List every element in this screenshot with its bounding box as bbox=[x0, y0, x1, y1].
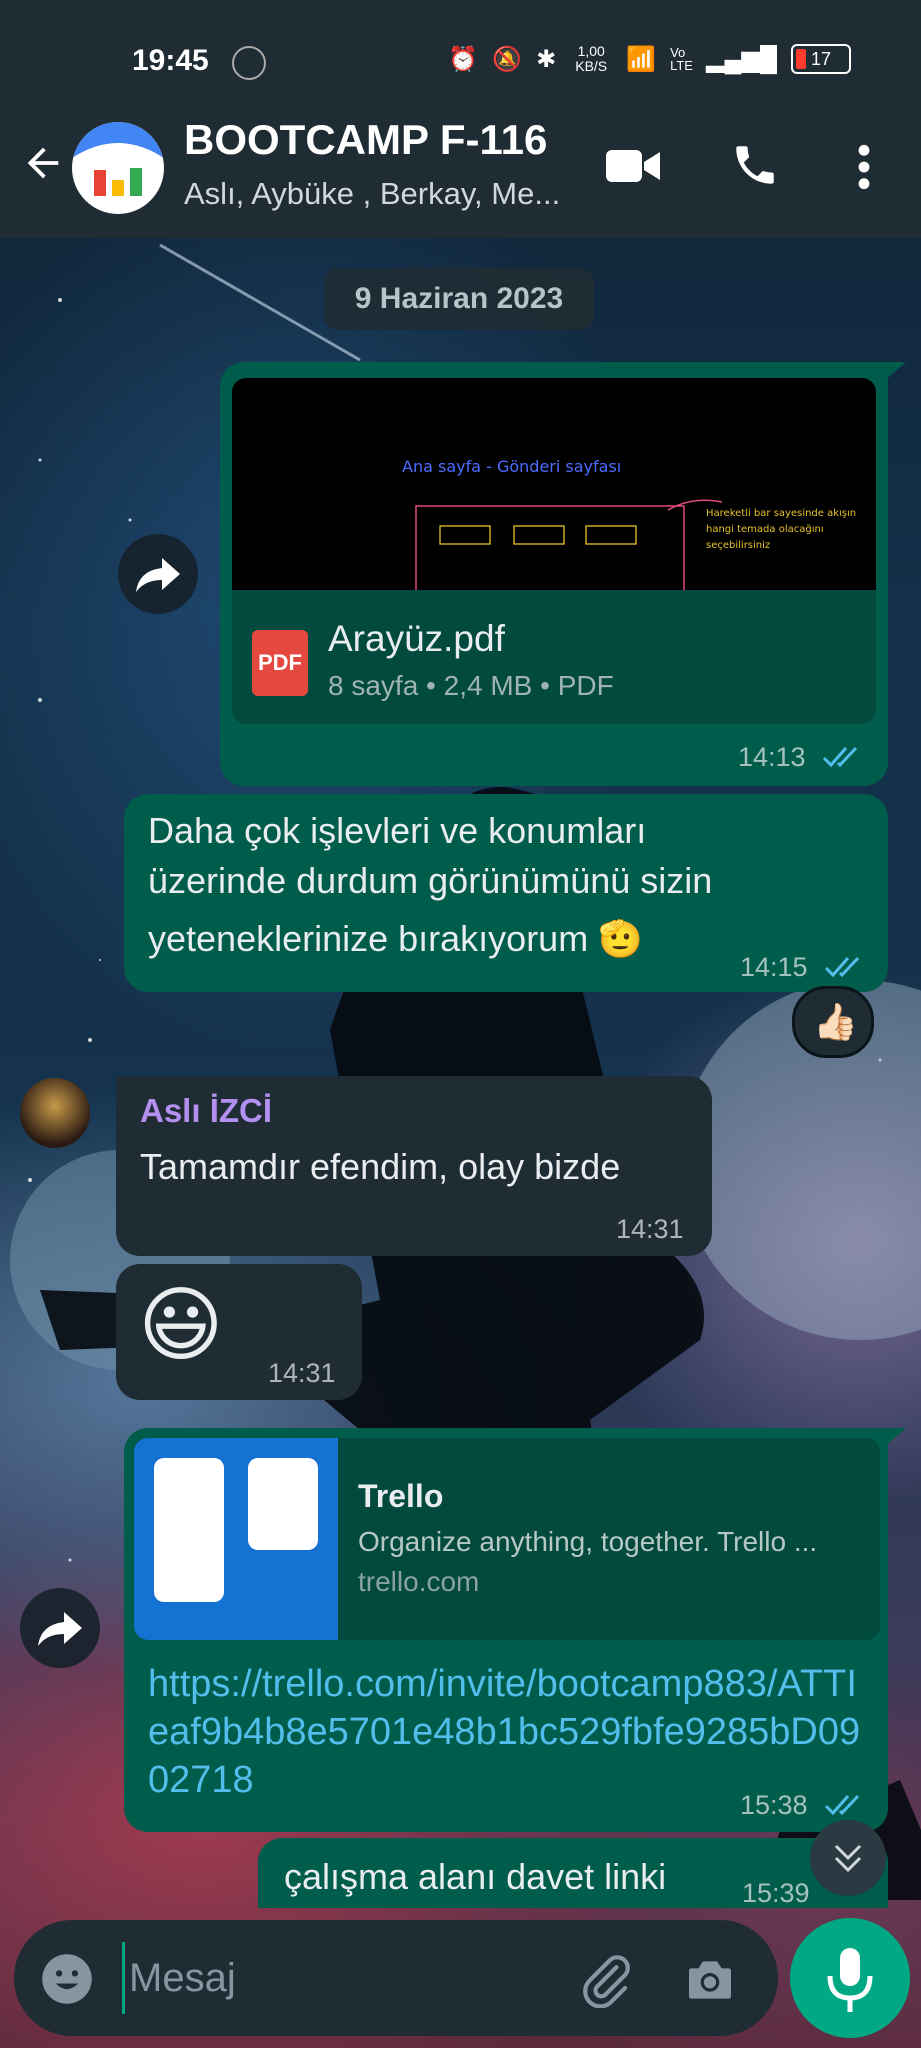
message-time: 14:15 bbox=[740, 952, 808, 982]
bubble-tail bbox=[876, 1428, 906, 1454]
message-body: çalışma alanı davet linki bbox=[284, 1856, 667, 1897]
date-divider: 9 Haziran 2023 bbox=[324, 268, 594, 330]
chat-title[interactable]: BOOTCAMP F-116 bbox=[184, 116, 547, 164]
trello-logo-icon bbox=[134, 1438, 338, 1640]
emoji-icon[interactable] bbox=[40, 1952, 94, 2006]
read-ticks-icon bbox=[822, 746, 858, 768]
message-time: 15:38 bbox=[740, 1790, 808, 1820]
link-title: Trello bbox=[358, 1478, 444, 1514]
weather-icon bbox=[232, 46, 266, 80]
group-members[interactable]: Aslı, Aybüke , Berkay, Me... bbox=[184, 176, 560, 212]
message-time: 14:13 bbox=[738, 742, 806, 772]
link-url[interactable]: https://trello.com/invite/bootcamp883/AT… bbox=[148, 1660, 878, 1804]
chat-header: BOOTCAMP F-116 Aslı, Aybüke , Berkay, Me… bbox=[0, 110, 921, 238]
voice-message-button[interactable] bbox=[790, 1918, 910, 2038]
back-arrow-icon[interactable] bbox=[20, 140, 66, 186]
video-call-icon[interactable] bbox=[606, 146, 662, 186]
attach-icon[interactable] bbox=[578, 1952, 634, 2008]
microphone-icon bbox=[827, 1948, 873, 2012]
sender-name[interactable]: Aslı İZCİ bbox=[140, 1092, 272, 1130]
document-info[interactable]: PDF Arayüz.pdf 8 sayfa • 2,4 MB • PDF bbox=[232, 590, 876, 724]
forward-button[interactable] bbox=[118, 534, 198, 614]
network-type: Vo LTE bbox=[670, 45, 693, 73]
link-domain: trello.com bbox=[358, 1566, 480, 1597]
group-avatar[interactable] bbox=[72, 122, 164, 214]
message-composer bbox=[14, 1920, 778, 2036]
emoji-message: 😃 bbox=[138, 1280, 224, 1371]
document-preview[interactable]: Ana sayfa - Gönderi sayfası Hareketli ba… bbox=[232, 378, 876, 590]
forward-icon bbox=[136, 558, 180, 592]
preview-heading: Ana sayfa - Gönderi sayfası bbox=[402, 457, 621, 476]
double-chevron-down-icon bbox=[834, 1844, 862, 1873]
message-line-2: üzerinde durdum görünümünü sizin bbox=[148, 860, 713, 901]
message-time: 14:31 bbox=[268, 1358, 336, 1388]
message-time: 14:31 bbox=[616, 1214, 684, 1244]
bluetooth-icon: ✱ bbox=[536, 45, 557, 73]
camera-icon[interactable] bbox=[682, 1952, 738, 2008]
battery-level: 17 bbox=[810, 49, 832, 69]
read-ticks-icon bbox=[824, 1794, 860, 1816]
forward-button[interactable] bbox=[20, 1588, 100, 1668]
message-line-3: yeteneklerinize bırakıyorum 🫡 bbox=[148, 918, 644, 959]
sender-avatar[interactable] bbox=[20, 1078, 90, 1148]
alarm-icon: ⏰ bbox=[448, 45, 479, 73]
voice-call-icon[interactable] bbox=[730, 140, 780, 190]
message-time: 15:39 bbox=[742, 1878, 810, 1908]
read-ticks-icon bbox=[824, 956, 860, 978]
scroll-to-bottom-button[interactable] bbox=[810, 1820, 886, 1896]
pdf-icon: PDF bbox=[252, 630, 308, 696]
message-input[interactable] bbox=[122, 1942, 551, 2014]
status-time: 19:45 bbox=[132, 44, 209, 77]
signal-icon: ▂▄▆█ bbox=[706, 45, 777, 73]
document-meta: 8 sayfa • 2,4 MB • PDF bbox=[328, 670, 614, 701]
preview-note: Hareketli bar sayesinde akışın hangi tem… bbox=[706, 508, 857, 551]
forward-icon bbox=[38, 1612, 82, 1646]
network-speed: 1,00 KB/S bbox=[575, 43, 608, 74]
wifi-icon: 📶 bbox=[626, 45, 657, 73]
battery-icon: 17 bbox=[791, 44, 851, 74]
reaction-badge[interactable]: 👍🏻 bbox=[792, 986, 874, 1058]
thumbs-up-icon: 👍🏻 bbox=[813, 1001, 858, 1042]
status-icons: ⏰ 🔕 ✱ 1,00 KB/S 📶 Vo LTE ▂▄▆█ 17 bbox=[448, 44, 851, 74]
document-name: Arayüz.pdf bbox=[328, 618, 505, 659]
more-options-icon[interactable] bbox=[846, 142, 882, 192]
bubble-tail bbox=[876, 362, 906, 388]
link-description: Organize anything, together. Trello ... bbox=[358, 1526, 818, 1557]
status-bar: 19:45 ⏰ 🔕 ✱ 1,00 KB/S 📶 Vo LTE ▂▄▆█ 17 bbox=[0, 0, 921, 110]
message-line-1: Daha çok işlevleri ve konumları bbox=[148, 810, 647, 851]
mute-icon: 🔕 bbox=[492, 45, 523, 73]
link-preview-card[interactable]: Trello Organize anything, together. Trel… bbox=[134, 1438, 880, 1640]
message-body: Tamamdır efendim, olay bizde bbox=[140, 1146, 621, 1187]
